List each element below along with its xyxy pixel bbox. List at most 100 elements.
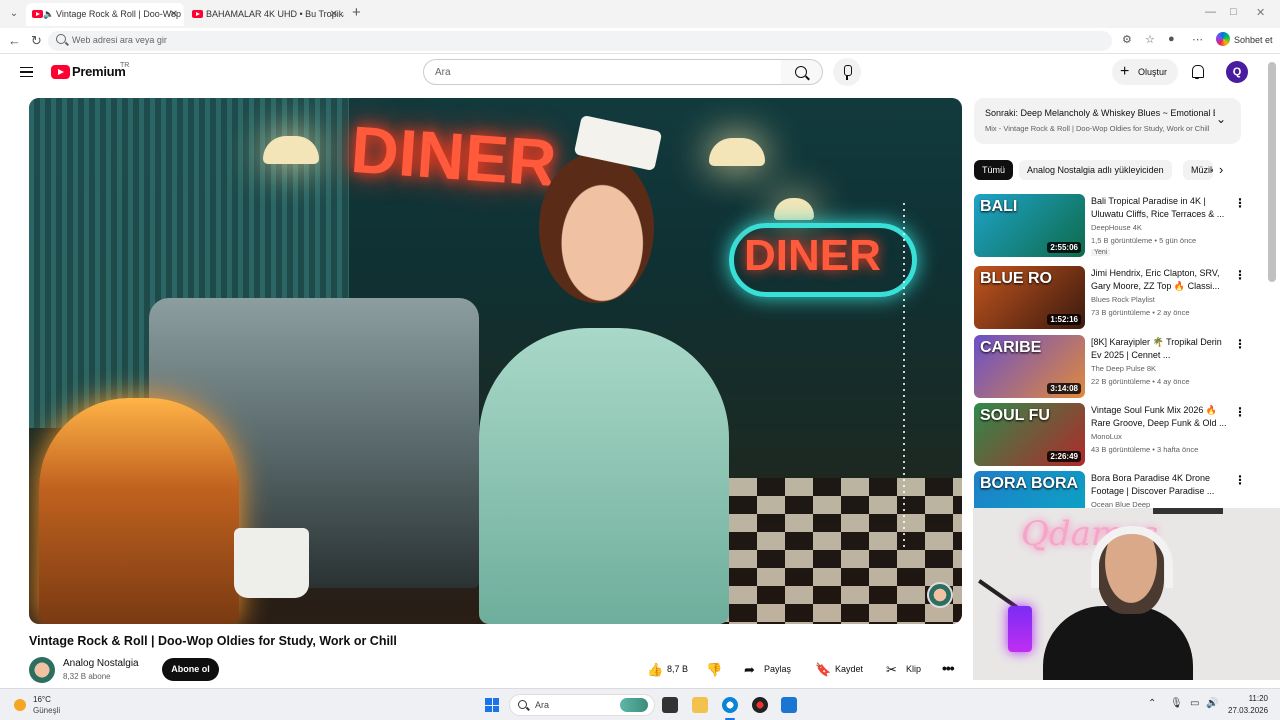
weather-condition[interactable]: Güneşli — [33, 706, 60, 715]
clock-time[interactable]: 11:20 — [1236, 694, 1268, 703]
tray-volume-icon[interactable]: 🔊 — [1206, 698, 1218, 709]
close-tab-icon[interactable]: ✕ — [330, 3, 338, 26]
more-options-icon[interactable]: ⋮ — [1234, 196, 1246, 210]
rec-title[interactable]: Vintage Soul Funk Mix 2026 🔥 Rare Groove… — [1091, 404, 1229, 429]
favorites-icon[interactable]: ☆ — [1145, 33, 1155, 46]
recommendation-item[interactable]: SOUL FU 2:26:49 Vintage Soul Funk Mix 202… — [974, 403, 1246, 467]
windows-taskbar: 16°C Güneşli Ara ⌃ 🎙 ▭ 🔊 11:20 27.03.202… — [0, 688, 1280, 720]
channel-avatar[interactable] — [29, 657, 55, 683]
webcam-person-shirt — [1043, 606, 1193, 680]
more-options-icon[interactable]: ⋮ — [1234, 337, 1246, 351]
chevron-down-icon[interactable]: ⌄ — [1216, 112, 1226, 126]
rec-thumbnail[interactable]: BALI 2:55:06 — [974, 194, 1085, 257]
back-icon[interactable]: ← — [8, 33, 21, 48]
recommendation-item[interactable]: BLUE RO 1:52:16 Jimi Hendrix, Eric Clapto… — [974, 266, 1246, 330]
youtube-logo-text[interactable]: Premium — [72, 64, 126, 79]
rec-title[interactable]: [8K] Karayipler 🌴 Tropikal Derin Ev 2025… — [1091, 336, 1229, 361]
rec-thumbnail[interactable]: BLUE RO 1:52:16 — [974, 266, 1085, 329]
more-icon[interactable]: ⋯ — [1192, 33, 1203, 46]
voice-search-icon[interactable] — [833, 58, 861, 86]
search-input[interactable]: Ara — [423, 59, 782, 85]
player-visualizer — [903, 203, 905, 548]
app-window-icon[interactable] — [781, 697, 797, 713]
account-avatar[interactable]: Q — [1226, 61, 1248, 83]
more-options-icon[interactable]: ⋮ — [1234, 473, 1246, 487]
taskbar-search[interactable]: Ara — [509, 694, 655, 716]
chip-all[interactable]: Tümü — [974, 160, 1014, 180]
rec-thumbnail[interactable]: CARIBE 3:14:08 — [974, 335, 1085, 398]
clock-date[interactable]: 27.03.2026 — [1228, 706, 1268, 715]
clip-button[interactable]: ✂ Klip — [886, 658, 930, 681]
more-options-icon[interactable]: ⋮ — [1234, 405, 1246, 419]
more-actions-icon[interactable]: ••• — [942, 660, 955, 676]
rec-channel[interactable]: The Deep Pulse 8K — [1091, 364, 1156, 373]
chevron-right-icon[interactable]: › — [1219, 162, 1223, 177]
rec-title[interactable]: Bora Bora Paradise 4K Drone Footage | Di… — [1091, 472, 1229, 497]
channel-name[interactable]: Analog Nostalgia — [63, 658, 139, 669]
extensions-icon[interactable]: ⚙ — [1122, 33, 1132, 46]
rec-title[interactable]: Jimi Hendrix, Eric Clapton, SRV, Gary Mo… — [1091, 267, 1229, 292]
rec-channel[interactable]: Blues Rock Playlist — [1091, 295, 1155, 304]
more-options-icon[interactable]: ⋮ — [1234, 268, 1246, 282]
player-scene-waitress-head — [539, 153, 654, 303]
youtube-header: Premium TR Ara + Oluştur Q — [0, 54, 1268, 92]
weather-temperature[interactable]: 16°C — [33, 695, 51, 704]
close-window-icon[interactable]: ✕ — [1256, 6, 1265, 19]
share-icon: ➦ — [744, 662, 755, 677]
close-tab-icon[interactable]: ✕ — [170, 3, 178, 26]
minimize-icon[interactable]: — — [1205, 6, 1216, 18]
thumbnail-text: SOUL FU — [980, 407, 1050, 424]
search-button[interactable] — [781, 59, 823, 85]
notifications-bell-icon[interactable] — [1190, 64, 1204, 79]
scissors-icon: ✂ — [886, 662, 897, 677]
refresh-icon[interactable]: ↻ — [31, 33, 42, 49]
obs-icon[interactable] — [752, 697, 768, 713]
subscribe-button[interactable]: Abone ol — [162, 658, 219, 681]
task-view-icon[interactable] — [662, 697, 678, 713]
rec-channel[interactable]: DeepHouse 4K — [1091, 223, 1142, 232]
chip-from-uploader[interactable]: Analog Nostalgia adlı yükleyiciden — [1019, 160, 1172, 180]
rec-meta: 1,5 B görüntüleme • 5 gün önce — [1091, 236, 1197, 245]
sun-icon[interactable] — [14, 699, 26, 711]
recommendation-item[interactable]: CARIBE 3:14:08 [8K] Karayipler 🌴 Tropikal… — [974, 335, 1246, 399]
recommendation-item[interactable]: BALI 2:55:06 Bali Tropical Paradise in 4K… — [974, 194, 1246, 258]
tray-network-icon[interactable]: ▭ — [1190, 698, 1199, 709]
create-button[interactable]: + Oluştur — [1112, 59, 1178, 85]
browser-toolbar: ← ↻ Web adresi ara veya gir ⚙ ☆ ● ⋯ Sohb… — [0, 28, 1280, 54]
tray-mic-icon[interactable]: 🎙 — [1170, 698, 1183, 709]
like-button[interactable]: 👍 8,7 B — [647, 658, 697, 681]
youtube-logo-icon[interactable] — [51, 65, 70, 79]
browser-tab-active[interactable]: 🔈 Vintage Rock & Roll | Doo-Wop Oldies f… — [26, 3, 184, 26]
chip-music[interactable]: Müzik — [1183, 160, 1213, 180]
rec-channel[interactable]: MonoLux — [1091, 432, 1122, 441]
new-badge: Yeni — [1091, 249, 1111, 256]
video-player[interactable]: DINER DINER — [29, 98, 962, 624]
save-button[interactable]: 🔖 Kaydet — [815, 658, 873, 681]
new-tab-icon[interactable]: + — [352, 4, 361, 21]
profile-icon[interactable]: ● — [1168, 33, 1175, 45]
duration-badge: 2:26:49 — [1047, 451, 1081, 462]
rec-title[interactable]: Bali Tropical Paradise in 4K | Uluwatu C… — [1091, 195, 1229, 220]
browser-tab-bar: ⌄ 🔈 Vintage Rock & Roll | Doo-Wop Oldies… — [0, 0, 1280, 28]
chat-button[interactable]: Sohbet et — [1234, 35, 1273, 45]
share-button[interactable]: ➦ Paylaş — [744, 658, 802, 681]
page-scrollbar[interactable] — [1268, 62, 1276, 282]
duration-badge: 3:14:08 — [1047, 383, 1081, 394]
up-next-panel[interactable]: Sonraki: Deep Melancholy & Whiskey Blues… — [974, 98, 1241, 144]
file-explorer-icon[interactable] — [692, 697, 708, 713]
player-scene-mug — [234, 528, 309, 598]
maximize-icon[interactable]: □ — [1230, 6, 1237, 18]
tab-actions-icon[interactable]: ⌄ — [6, 6, 22, 22]
copilot-icon[interactable] — [1216, 32, 1230, 46]
edge-browser-icon[interactable] — [722, 697, 738, 713]
tray-overflow-icon[interactable]: ⌃ — [1148, 698, 1156, 709]
dislike-button[interactable]: 👎 — [706, 658, 726, 681]
channel-watermark-icon[interactable] — [927, 582, 953, 608]
address-bar[interactable]: Web adresi ara veya gir — [48, 31, 1112, 51]
browser-tab[interactable]: BAHAMALAR 4K UHD • Bu Tropikal Cennet ✕ — [186, 3, 344, 26]
rec-thumbnail[interactable]: SOUL FU 2:26:49 — [974, 403, 1085, 466]
taskbar-search-placeholder: Ara — [535, 700, 550, 710]
speaker-icon[interactable]: 🔈 — [43, 3, 54, 26]
menu-icon[interactable] — [20, 67, 33, 77]
windows-start-icon[interactable] — [485, 698, 499, 712]
